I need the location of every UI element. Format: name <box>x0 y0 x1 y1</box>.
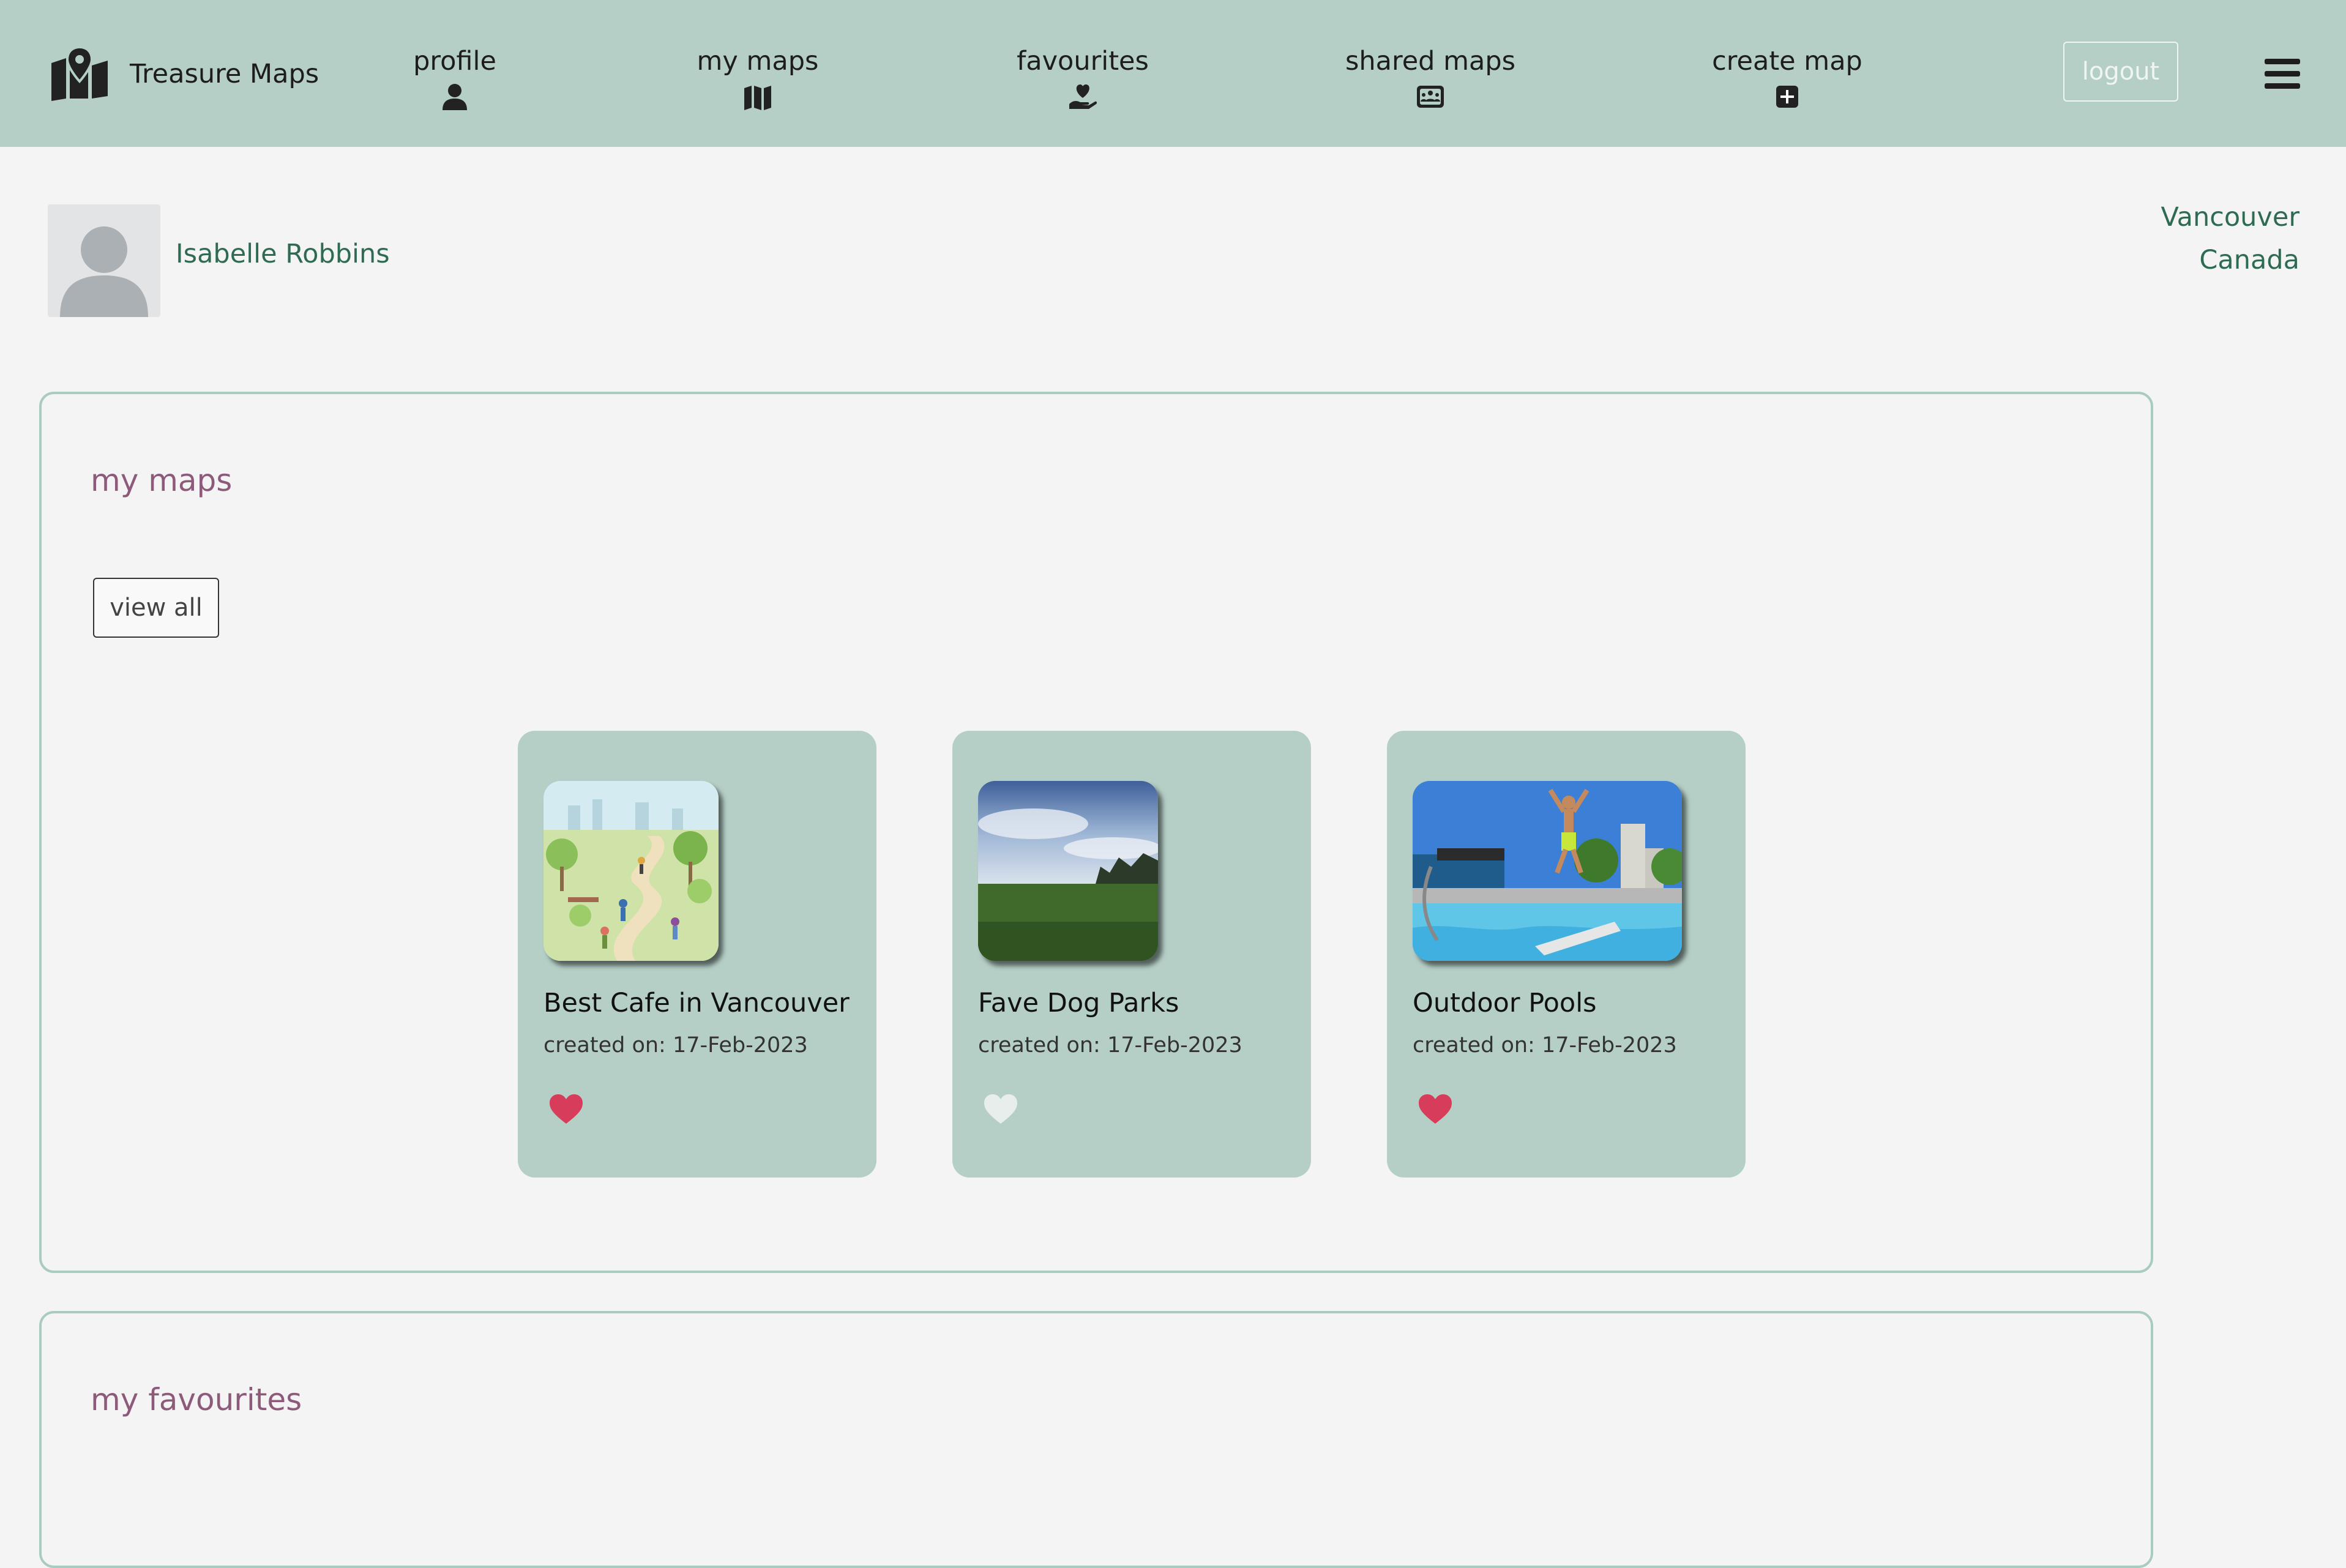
user-icon <box>443 84 467 110</box>
brand-name: Treasure Maps <box>130 59 319 89</box>
map-card-date: created on: 17-Feb-2023 <box>978 1033 1242 1058</box>
map-card-title: Best Cafe in Vancouver <box>544 988 850 1018</box>
nav-shared-maps[interactable]: shared maps <box>1332 44 1528 110</box>
park-illustration-image <box>544 781 719 961</box>
hamburger-bar <box>2265 83 2300 89</box>
map-card[interactable]: Best Cafe in Vancouver created on: 17-Fe… <box>518 731 876 1178</box>
map-card-date: created on: 17-Feb-2023 <box>1413 1033 1677 1058</box>
my-favourites-title: my favourites <box>91 1382 302 1417</box>
outdoor-pool-photo <box>1413 781 1682 961</box>
map-card-title: Outdoor Pools <box>1413 988 1597 1018</box>
map-icon <box>744 86 771 110</box>
map-thumbnail <box>1413 781 1682 961</box>
logout-button[interactable]: logout <box>2063 42 2178 102</box>
user-country: Canada <box>2199 245 2299 275</box>
nav-shared-maps-label: shared maps <box>1345 46 1516 77</box>
user-city: Vancouver <box>2161 202 2299 233</box>
map-card-title: Fave Dog Parks <box>978 988 1179 1018</box>
nav-favourites[interactable]: favourites <box>985 44 1181 110</box>
my-maps-title: my maps <box>91 463 233 498</box>
heart-icon[interactable] <box>983 1093 1018 1125</box>
nav-create-map-label: create map <box>1712 46 1862 77</box>
users-rectangle-icon <box>1417 86 1444 108</box>
dog-park-photo <box>978 781 1158 961</box>
brand-link[interactable]: Treasure Maps <box>50 47 319 102</box>
my-maps-panel: my maps view all Best Cafe in Vancouver … <box>39 392 2153 1273</box>
avatar <box>48 204 160 317</box>
hamburger-bar <box>2265 71 2300 77</box>
my-favourites-panel: my favourites <box>39 1311 2153 1568</box>
top-navbar: Treasure Maps profile my maps favourites… <box>0 0 2346 147</box>
nav-my-maps-label: my maps <box>697 46 819 77</box>
heart-icon[interactable] <box>548 1093 584 1125</box>
map-card[interactable]: Fave Dog Parks created on: 17-Feb-2023 <box>952 731 1311 1178</box>
plus-square-icon <box>1776 86 1798 108</box>
hand-heart-icon <box>1069 84 1097 109</box>
hamburger-bar <box>2265 59 2300 64</box>
user-name: Isabelle Robbins <box>176 239 390 269</box>
hamburger-icon[interactable] <box>2265 59 2300 89</box>
default-avatar-icon <box>60 226 148 317</box>
nav-profile[interactable]: profile <box>357 44 553 110</box>
nav-my-maps[interactable]: my maps <box>660 44 856 110</box>
view-all-button[interactable]: view all <box>93 578 219 638</box>
nav-profile-label: profile <box>413 46 496 77</box>
nav-favourites-label: favourites <box>1017 46 1149 77</box>
map-thumbnail <box>978 781 1158 961</box>
map-card-date: created on: 17-Feb-2023 <box>544 1033 808 1058</box>
heart-icon[interactable] <box>1418 1093 1453 1125</box>
map-pin-icon <box>51 47 108 101</box>
nav-create-map[interactable]: create map <box>1689 44 1885 110</box>
map-thumbnail <box>544 781 719 961</box>
map-card[interactable]: Outdoor Pools created on: 17-Feb-2023 <box>1387 731 1746 1178</box>
